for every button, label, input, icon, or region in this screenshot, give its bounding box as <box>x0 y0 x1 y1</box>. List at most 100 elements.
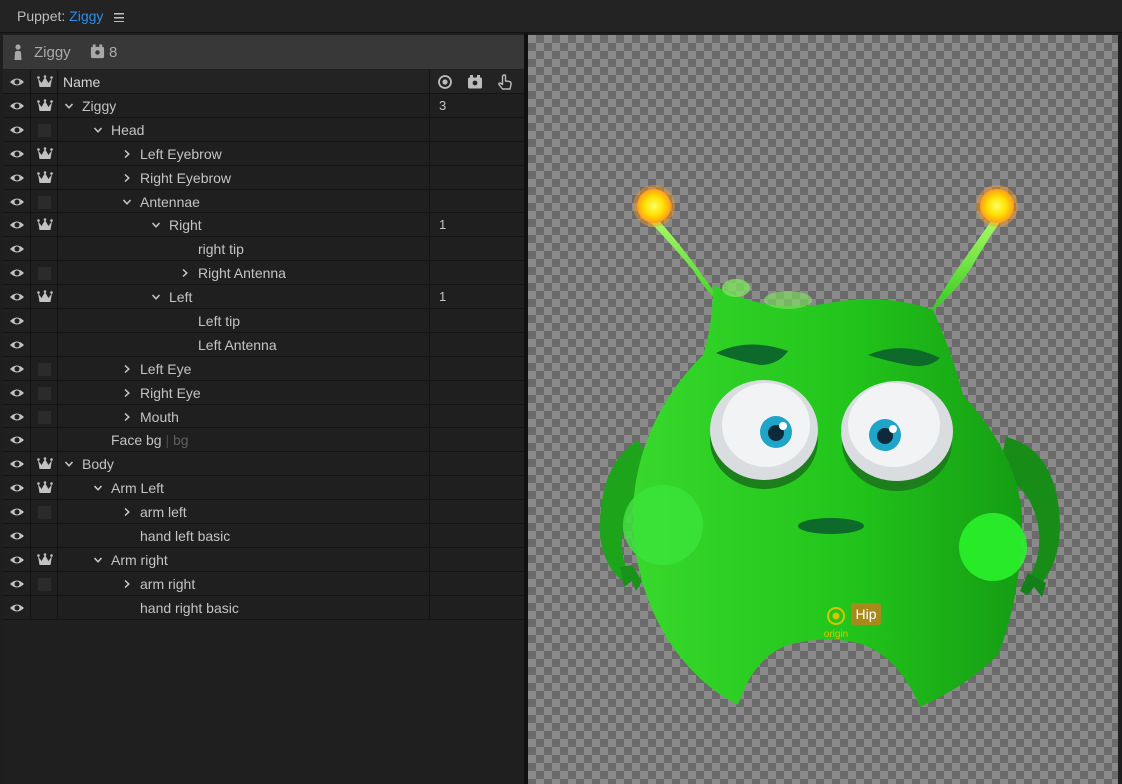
layer-name[interactable]: Arm Left <box>111 480 164 496</box>
crown-toggle-empty[interactable] <box>38 386 51 400</box>
eye-icon[interactable] <box>9 602 25 614</box>
chevron-down-icon[interactable] <box>93 125 103 135</box>
layer-name[interactable]: right tip <box>198 241 244 257</box>
layer-row[interactable]: Face bg | bg <box>3 428 524 453</box>
crown-icon[interactable] <box>37 457 53 471</box>
layer-row[interactable]: hand right basic <box>3 595 524 620</box>
trigger-camera-icon[interactable] <box>467 74 483 90</box>
crown-icon[interactable] <box>37 218 53 232</box>
layer-name[interactable]: Right Antenna <box>198 265 286 281</box>
chevron-down-icon[interactable] <box>64 459 74 469</box>
layer-row[interactable]: Body <box>3 452 524 477</box>
crown-toggle-empty[interactable] <box>38 123 51 137</box>
layer-name[interactable]: Right <box>169 217 202 233</box>
eye-icon[interactable] <box>9 219 25 231</box>
layer-row[interactable]: Left Eye <box>3 356 524 381</box>
chevron-down-icon[interactable] <box>151 220 161 230</box>
eye-icon[interactable] <box>9 578 25 590</box>
layer-name[interactable]: Left Eyebrow <box>140 146 222 162</box>
layer-name[interactable]: Mouth <box>140 409 179 425</box>
eye-icon[interactable] <box>9 387 25 399</box>
crown-icon[interactable] <box>37 553 53 567</box>
eye-icon[interactable] <box>9 124 25 136</box>
eye-icon[interactable] <box>9 267 25 279</box>
chevron-right-icon[interactable] <box>122 388 132 398</box>
layer-row[interactable]: Right Eyebrow <box>3 165 524 190</box>
eye-icon[interactable] <box>9 554 25 566</box>
layer-row[interactable]: Right Antenna <box>3 261 524 286</box>
crown-icon[interactable] <box>37 290 53 304</box>
layer-name[interactable]: arm left <box>140 504 187 520</box>
layer-name[interactable]: Ziggy <box>82 98 116 114</box>
eye-icon[interactable] <box>9 148 25 160</box>
layer-row[interactable]: Left tip <box>3 309 524 333</box>
layer-name[interactable]: Arm right <box>111 552 168 568</box>
eye-icon[interactable] <box>9 530 25 542</box>
crown-toggle-empty[interactable] <box>38 195 51 209</box>
layer-name[interactable]: arm right <box>140 576 195 592</box>
eye-icon[interactable] <box>9 506 25 518</box>
eye-icon[interactable] <box>9 458 25 470</box>
layer-name[interactable]: Face bg <box>111 432 162 448</box>
layer-name[interactable]: Left tip <box>198 313 240 329</box>
layer-row[interactable]: arm right <box>3 571 524 596</box>
layer-name[interactable]: Left Eye <box>140 361 191 377</box>
layer-name[interactable]: Left <box>169 289 192 305</box>
layer-row[interactable]: Antennae <box>3 189 524 214</box>
visibility-column-icon[interactable] <box>9 76 25 88</box>
eye-icon[interactable] <box>9 482 25 494</box>
layer-name[interactable]: Head <box>111 122 144 138</box>
layer-row[interactable]: Left Eyebrow <box>3 141 524 166</box>
layer-name[interactable]: Right Eye <box>140 385 201 401</box>
eye-icon[interactable] <box>9 434 25 446</box>
crown-column-icon[interactable] <box>37 75 53 89</box>
layer-name[interactable]: Antennae <box>140 194 200 210</box>
chevron-right-icon[interactable] <box>122 507 132 517</box>
hamburger-menu-icon[interactable] <box>114 13 125 22</box>
puppet-name-link[interactable]: Ziggy <box>69 8 103 24</box>
crown-icon[interactable] <box>37 99 53 113</box>
chevron-down-icon[interactable] <box>122 197 132 207</box>
layer-row[interactable]: right tip <box>3 237 524 262</box>
chevron-down-icon[interactable] <box>151 292 161 302</box>
layer-row[interactable]: hand left basic <box>3 524 524 548</box>
crown-toggle-empty[interactable] <box>38 362 51 376</box>
crown-toggle-empty[interactable] <box>38 410 51 424</box>
layer-row[interactable]: Right 1 <box>3 213 524 238</box>
puppet-stage[interactable]: Hip origin <box>528 35 1118 784</box>
layer-row[interactable]: Left 1 <box>3 285 524 310</box>
eye-icon[interactable] <box>9 291 25 303</box>
eye-icon[interactable] <box>9 172 25 184</box>
chevron-down-icon[interactable] <box>64 101 74 111</box>
eye-icon[interactable] <box>9 363 25 375</box>
crown-icon[interactable] <box>37 146 53 161</box>
layer-name[interactable]: Right Eyebrow <box>140 170 231 186</box>
chevron-down-icon[interactable] <box>93 555 103 565</box>
hand-pointer-icon[interactable] <box>497 74 513 90</box>
chevron-right-icon[interactable] <box>180 268 190 278</box>
origin-target-icon[interactable] <box>437 74 453 90</box>
layer-name[interactable]: hand left basic <box>140 528 230 544</box>
layer-row[interactable]: arm left <box>3 500 524 525</box>
layer-row[interactable]: Left Antenna <box>3 332 524 357</box>
crown-toggle-empty[interactable] <box>38 267 51 281</box>
eye-icon[interactable] <box>9 196 25 208</box>
eye-icon[interactable] <box>9 315 25 327</box>
eye-icon[interactable] <box>9 411 25 423</box>
layer-row[interactable]: Mouth <box>3 404 524 429</box>
crown-toggle-empty[interactable] <box>38 506 51 520</box>
layer-name[interactable]: Body <box>82 456 114 472</box>
eye-icon[interactable] <box>9 243 25 255</box>
layer-row[interactable]: Head <box>3 117 524 142</box>
chevron-down-icon[interactable] <box>93 483 103 493</box>
layer-row[interactable]: Arm Left <box>3 476 524 501</box>
chevron-right-icon[interactable] <box>122 579 132 589</box>
crown-icon[interactable] <box>37 481 53 495</box>
name-column-header[interactable]: Name <box>63 74 100 90</box>
layer-name[interactable]: hand right basic <box>140 600 239 616</box>
chevron-right-icon[interactable] <box>122 364 132 374</box>
crown-icon[interactable] <box>37 170 53 185</box>
chevron-right-icon[interactable] <box>122 149 132 159</box>
layer-name[interactable]: Left Antenna <box>198 337 277 353</box>
layer-row[interactable]: Ziggy 3 <box>3 94 524 118</box>
